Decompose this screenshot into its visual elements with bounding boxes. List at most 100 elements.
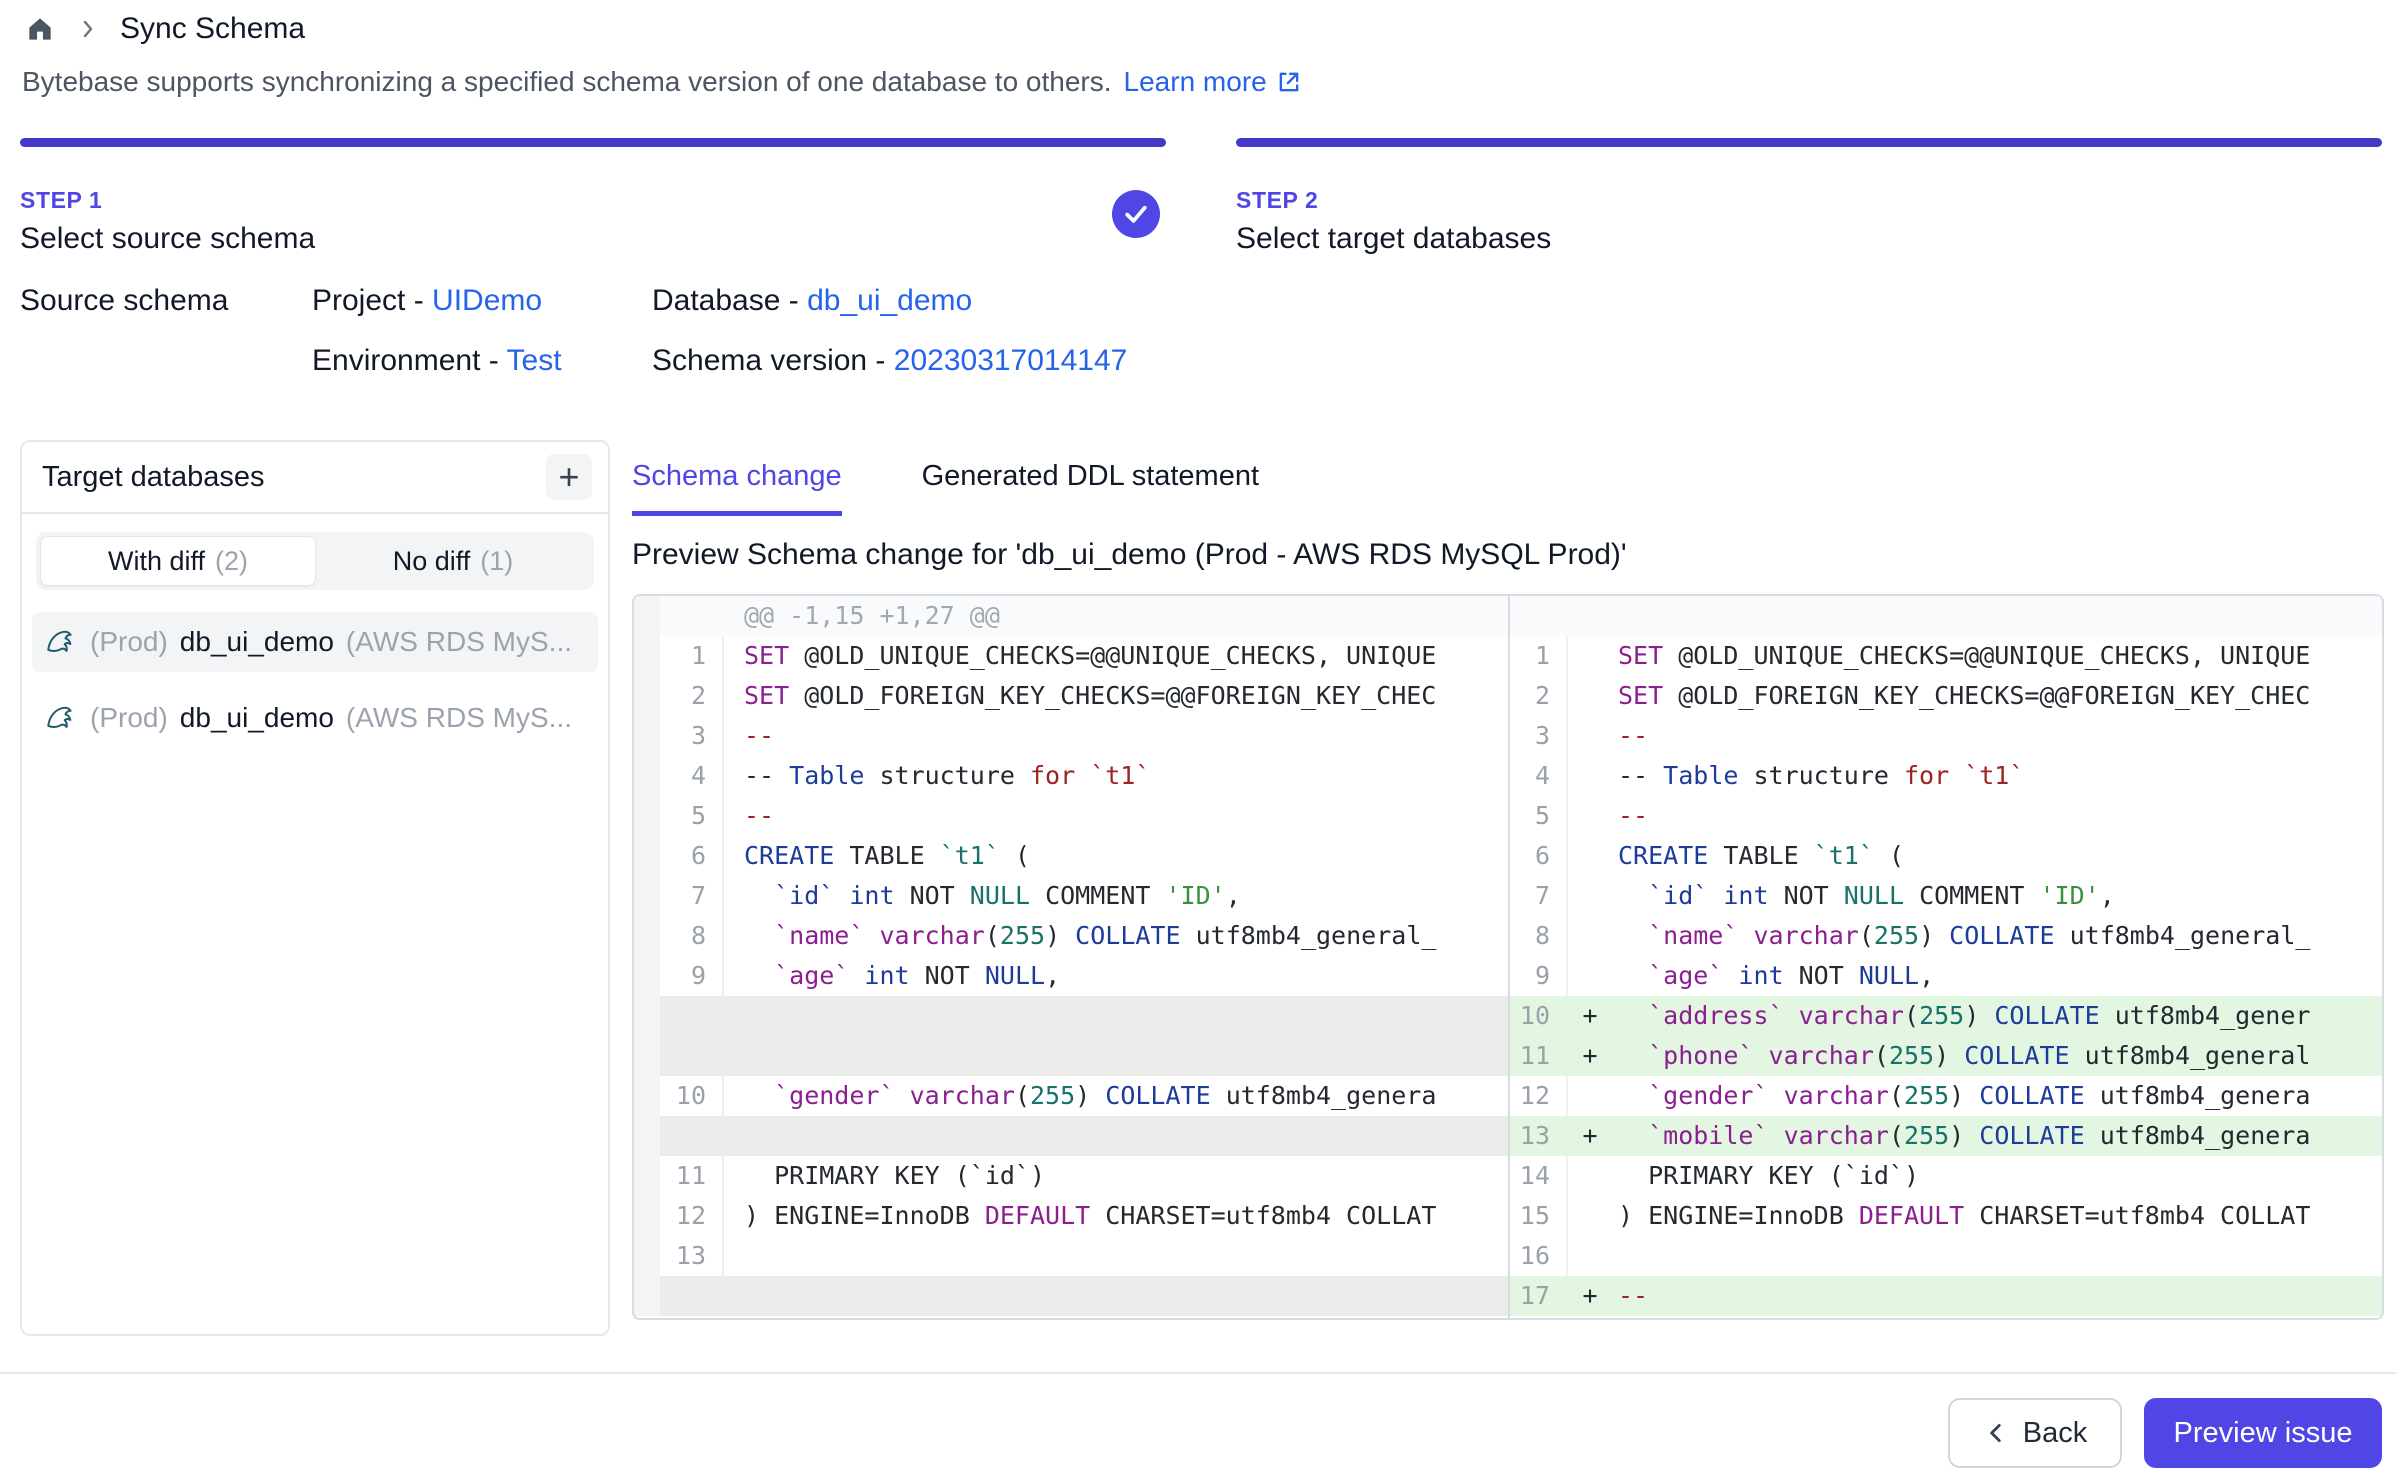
code-token: SET <box>744 681 789 710</box>
code-token: 255 <box>1904 1081 1949 1110</box>
diff-code-row: 6CREATE TABLE `t1` ( <box>634 836 1508 876</box>
add-database-button[interactable]: + <box>546 454 592 500</box>
database-link[interactable]: db_ui_demo <box>807 284 972 317</box>
target-db-item[interactable]: (Prod)db_ui_demo(AWS RDS MyS... <box>32 612 598 672</box>
code-line: -- Table structure for `t1` <box>1612 756 2382 796</box>
schema-version-link[interactable]: 20230317014147 <box>894 344 1128 377</box>
schema-version-field: Schema version - 20230317014147 <box>652 344 1127 378</box>
line-number: 3 <box>1510 716 1568 756</box>
code-line: `phone` varchar(255) COLLATE utf8mb4_gen… <box>1612 1036 2382 1076</box>
check-icon <box>1121 199 1151 229</box>
code-token: COMMENT <box>1030 881 1150 910</box>
code-line <box>724 1116 1508 1156</box>
code-token: ( <box>1859 921 1874 950</box>
db-instance-info: (AWS RDS MyS... <box>346 626 586 658</box>
tab-no-diff-label: No diff <box>393 546 471 577</box>
environment-label: Environment - <box>312 344 507 377</box>
code-token: CREATE <box>1618 841 1708 870</box>
code-token: `t1` <box>1949 761 2024 790</box>
code-line: `age` int NOT NULL, <box>1612 956 2382 996</box>
environment-field: Environment - Test <box>312 344 652 378</box>
tab-with-diff-count: (2) <box>215 546 248 577</box>
tab-with-diff-label: With diff <box>108 546 205 577</box>
diff-sign: + <box>1568 1036 1612 1076</box>
footer-divider <box>0 1372 2396 1374</box>
code-token: int <box>1708 881 1768 910</box>
diff-filter-tabs: With diff (2) No diff (1) <box>36 532 594 590</box>
code-token: 255 <box>1919 1001 1964 1030</box>
code-line <box>1612 1236 2382 1276</box>
environment-link[interactable]: Test <box>507 344 562 377</box>
diff-marker-column <box>634 676 660 716</box>
preview-issue-label: Preview issue <box>2174 1417 2353 1450</box>
diff-code-row: 6CREATE TABLE `t1` ( <box>1510 836 2382 876</box>
code-token: CREATE <box>744 841 834 870</box>
code-token: utf8mb4_gener <box>2100 1001 2311 1030</box>
preview-title: Preview Schema change for 'db_ui_demo (P… <box>632 538 1627 572</box>
preview-tabs: Schema change Generated DDL statement <box>632 460 1259 516</box>
code-token: `id` <box>744 881 834 910</box>
code-token: structure <box>864 761 1015 790</box>
diff-code-row: 12 `gender` varchar(255) COLLATE utf8mb4… <box>1510 1076 2382 1116</box>
tab-with-diff[interactable]: With diff (2) <box>40 536 316 586</box>
code-line: @@ -1,15 +1,27 @@ <box>724 596 1508 636</box>
target-db-item[interactable]: (Prod)db_ui_demo(AWS RDS MyS... <box>32 688 598 748</box>
code-line: `mobile` varchar(255) COLLATE utf8mb4_ge… <box>1612 1116 2382 1156</box>
code-line: `id` int NOT NULL COMMENT 'ID', <box>1612 876 2382 916</box>
code-token: -- <box>744 721 774 750</box>
code-token: ( <box>1000 841 1030 870</box>
code-token: COLLATE <box>1934 921 2054 950</box>
tab-no-diff[interactable]: No diff (1) <box>316 536 590 586</box>
code-token: `gender` <box>1618 1081 1769 1110</box>
database-field: Database - db_ui_demo <box>652 284 1127 318</box>
learn-more-link[interactable]: Learn more <box>1124 66 1303 98</box>
code-token: 'ID' <box>1150 881 1225 910</box>
code-line: PRIMARY KEY (`id`) <box>1612 1156 2382 1196</box>
diff-code-row: 1SET @OLD_UNIQUE_CHECKS=@@UNIQUE_CHECKS,… <box>634 636 1508 676</box>
page-description: Bytebase supports synchronizing a specif… <box>22 66 1303 98</box>
code-token: ( <box>1015 1081 1030 1110</box>
line-number <box>660 1116 724 1156</box>
step-2-progress-bar <box>1236 138 2382 147</box>
diff-code-row: 3 -- <box>1510 716 2382 756</box>
code-token: for <box>1015 761 1075 790</box>
code-token: COLLATE <box>1949 1041 2069 1070</box>
code-token: varchar <box>1753 1041 1873 1070</box>
code-token: ) <box>1045 921 1060 950</box>
home-icon[interactable] <box>24 13 56 45</box>
page-title: Sync Schema <box>120 12 305 46</box>
step-1-completed-badge <box>1112 190 1160 238</box>
line-number <box>660 996 724 1036</box>
target-databases-header: Target databases + <box>22 442 608 514</box>
code-line: `gender` varchar(255) COLLATE utf8mb4_ge… <box>724 1076 1508 1116</box>
code-token: PRIMARY KEY (`id`) <box>1618 1161 1919 1190</box>
code-token: `t1` <box>1075 761 1150 790</box>
tab-generated-ddl[interactable]: Generated DDL statement <box>922 460 1259 516</box>
diff-code-row: 7 `id` int NOT NULL COMMENT 'ID', <box>634 876 1508 916</box>
code-token: ( <box>985 921 1000 950</box>
code-line: SET @OLD_FOREIGN_KEY_CHECKS=@@FOREIGN_KE… <box>724 676 1508 716</box>
code-token: -- <box>1618 721 1648 750</box>
code-token: ( <box>1904 1001 1919 1030</box>
code-token: NOT <box>910 961 970 990</box>
code-token: `name` <box>1618 921 1738 950</box>
code-token: @OLD_UNIQUE_CHECKS=@@UNIQUE_CHECKS, UNIQ… <box>1663 641 2310 670</box>
diff-code-row: 8 `name` varchar(255) COLLATE utf8mb4_ge… <box>634 916 1508 956</box>
code-token: Table <box>774 761 864 790</box>
back-button[interactable]: Back <box>1948 1398 2122 1468</box>
preview-issue-button[interactable]: Preview issue <box>2144 1398 2382 1468</box>
footer-actions: Back Preview issue <box>1948 1398 2382 1468</box>
project-link[interactable]: UIDemo <box>432 284 542 317</box>
diff-code-row: 9 `age` int NOT NULL, <box>1510 956 2382 996</box>
code-token: `phone` <box>1618 1041 1753 1070</box>
diff-marker-column <box>634 636 660 676</box>
code-token: ( <box>1889 1121 1904 1150</box>
line-number: 6 <box>1510 836 1568 876</box>
line-number: 6 <box>660 836 724 876</box>
code-token: COLLATE <box>1964 1081 2084 1110</box>
tab-schema-change[interactable]: Schema change <box>632 460 842 516</box>
schema-diff-viewer: @@ -1,15 +1,27 @@1SET @OLD_UNIQUE_CHECKS… <box>632 594 2384 1320</box>
line-number: 13 <box>660 1236 724 1276</box>
line-number: 2 <box>660 676 724 716</box>
diff-marker-column <box>634 916 660 956</box>
